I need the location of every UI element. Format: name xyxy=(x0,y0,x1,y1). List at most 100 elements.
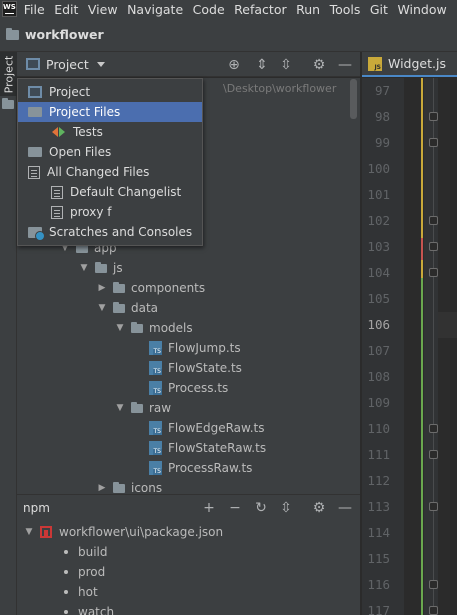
npm-package-json[interactable]: ▼ workflower\ui\package.json xyxy=(23,522,224,542)
npm-script-prod[interactable]: prod xyxy=(64,562,105,582)
dropdown-item-default-changelist[interactable]: Default Changelist xyxy=(18,182,202,202)
tree-item-components[interactable]: ▶ components xyxy=(96,278,206,298)
line-number[interactable]: 99 xyxy=(362,130,390,156)
bullet-icon xyxy=(64,610,68,614)
tree-item-icons[interactable]: ▶ icons xyxy=(96,478,163,494)
dropdown-item-scratches-and-consoles[interactable]: Scratches and Consoles xyxy=(18,222,202,242)
line-number[interactable]: 104 xyxy=(362,260,390,286)
tree-item-js[interactable]: ▼ js xyxy=(78,258,123,278)
line-number[interactable]: 116 xyxy=(362,572,390,598)
chevron-down-icon[interactable]: ▼ xyxy=(96,303,108,313)
line-number[interactable]: 107 xyxy=(362,338,390,364)
menu-run[interactable]: Run xyxy=(296,2,320,17)
hide-icon[interactable]: — xyxy=(337,500,353,516)
line-number[interactable]: 111 xyxy=(362,442,390,468)
line-number[interactable]: 114 xyxy=(362,520,390,546)
collapse-all-icon[interactable]: ⇳ xyxy=(278,500,294,516)
npm-script-watch[interactable]: watch xyxy=(64,602,114,615)
npm-script-label: watch xyxy=(78,605,115,615)
fold-marker-icon[interactable] xyxy=(429,450,438,459)
line-number[interactable]: 110 xyxy=(362,416,390,442)
menu-edit[interactable]: Edit xyxy=(54,2,78,17)
tree-item-data[interactable]: ▼ data xyxy=(96,298,159,318)
dropdown-item-tests[interactable]: Tests xyxy=(18,122,202,142)
fold-marker-icon[interactable] xyxy=(429,268,438,277)
line-number[interactable]: 105 xyxy=(362,286,390,312)
tree-item-raw[interactable]: ▼ raw xyxy=(114,398,172,418)
line-number[interactable]: 100 xyxy=(362,156,390,182)
line-number[interactable]: 103 xyxy=(362,234,390,260)
menu-code[interactable]: Code xyxy=(193,2,225,17)
chevron-down-icon[interactable]: ▼ xyxy=(114,403,126,413)
menu-git[interactable]: Git xyxy=(370,2,388,17)
tree-item-flowjump[interactable]: FlowJump.ts xyxy=(149,338,241,358)
fold-marker-icon[interactable] xyxy=(429,138,438,147)
dropdown-item-open-files[interactable]: Open Files xyxy=(18,142,202,162)
code-area[interactable] xyxy=(438,78,457,615)
npm-script-hot[interactable]: hot xyxy=(64,582,98,602)
line-number[interactable]: 108 xyxy=(362,364,390,390)
tree-scrollbar[interactable] xyxy=(350,79,357,119)
gear-icon[interactable]: ⚙ xyxy=(311,57,327,73)
dropdown-item-all-changed-files[interactable]: All Changed Files xyxy=(18,162,202,182)
expand-all-icon[interactable]: ⇕ xyxy=(254,57,270,73)
editor-tab-widget-js[interactable]: Widget.js xyxy=(362,52,457,77)
vcs-deleted-marker[interactable] xyxy=(421,238,423,260)
menu-window[interactable]: Window xyxy=(397,2,446,17)
tree-item-process[interactable]: Process.ts xyxy=(149,378,228,398)
fold-marker-icon[interactable] xyxy=(429,424,438,433)
tree-item-processraw[interactable]: ProcessRaw.ts xyxy=(149,458,252,478)
tree-item-models[interactable]: ▼ models xyxy=(114,318,193,338)
chevron-down-icon[interactable]: ▼ xyxy=(23,527,35,537)
tree-item-label: components xyxy=(131,281,206,295)
menu-view[interactable]: View xyxy=(88,2,118,17)
tree-item-flowedgeraw[interactable]: FlowEdgeRaw.ts xyxy=(149,418,265,438)
hide-icon[interactable]: — xyxy=(337,57,353,73)
chevron-down-icon[interactable] xyxy=(96,61,105,67)
menu-file[interactable]: File xyxy=(24,2,45,17)
project-view-selector[interactable]: Project xyxy=(46,57,89,72)
fold-marker-icon[interactable] xyxy=(429,502,438,511)
fold-marker-icon[interactable] xyxy=(429,112,438,121)
fold-marker-icon[interactable] xyxy=(429,606,438,615)
add-icon[interactable]: + xyxy=(201,500,217,516)
menu-refactor[interactable]: Refactor xyxy=(234,2,286,17)
line-number[interactable]: 102 xyxy=(362,208,390,234)
locate-file-icon[interactable]: ⊕ xyxy=(226,57,242,73)
chevron-down-icon[interactable]: ▼ xyxy=(114,323,126,333)
tree-item-flowstate[interactable]: FlowState.ts xyxy=(149,358,242,378)
chevron-down-icon[interactable]: ▼ xyxy=(78,263,90,273)
fold-marker-icon[interactable] xyxy=(429,216,438,225)
line-number[interactable]: 106 xyxy=(362,312,390,338)
collapse-all-icon[interactable]: ⇳ xyxy=(278,57,294,73)
typescript-file-icon xyxy=(149,441,162,455)
fold-marker-icon[interactable] xyxy=(429,580,438,589)
dropdown-item-proxy-f[interactable]: proxy f xyxy=(18,202,202,222)
chevron-right-icon[interactable]: ▶ xyxy=(96,483,108,493)
line-number[interactable]: 113 xyxy=(362,494,390,520)
line-number[interactable]: 97 xyxy=(362,78,390,104)
line-number[interactable]: 101 xyxy=(362,182,390,208)
line-number[interactable]: 115 xyxy=(362,546,390,572)
npm-script-build[interactable]: build xyxy=(64,542,108,562)
refresh-icon[interactable]: ↻ xyxy=(253,500,269,516)
gear-icon[interactable]: ⚙ xyxy=(311,500,327,516)
menu-navigate[interactable]: Navigate xyxy=(127,2,183,17)
line-number[interactable]: 98 xyxy=(362,104,390,130)
line-number[interactable]: 109 xyxy=(362,390,390,416)
webstorm-logo-icon: WS xyxy=(2,1,17,17)
changelist-icon xyxy=(28,165,40,179)
remove-icon[interactable]: − xyxy=(227,500,243,516)
line-number[interactable]: 117 xyxy=(362,598,390,615)
project-tool-tab[interactable]: Project xyxy=(0,52,17,96)
fold-marker-icon[interactable] xyxy=(429,242,438,251)
dropdown-item-project-files[interactable]: Project Files xyxy=(18,102,202,122)
chevron-right-icon[interactable]: ▶ xyxy=(96,283,108,293)
folder-icon xyxy=(28,147,42,157)
project-name[interactable]: workflower xyxy=(25,27,104,42)
tree-item-flowstateraw[interactable]: FlowStateRaw.ts xyxy=(149,438,266,458)
folder-icon[interactable] xyxy=(2,98,14,109)
line-number[interactable]: 112 xyxy=(362,468,390,494)
dropdown-item-project[interactable]: Project xyxy=(18,82,202,102)
menu-tools[interactable]: Tools xyxy=(330,2,361,17)
